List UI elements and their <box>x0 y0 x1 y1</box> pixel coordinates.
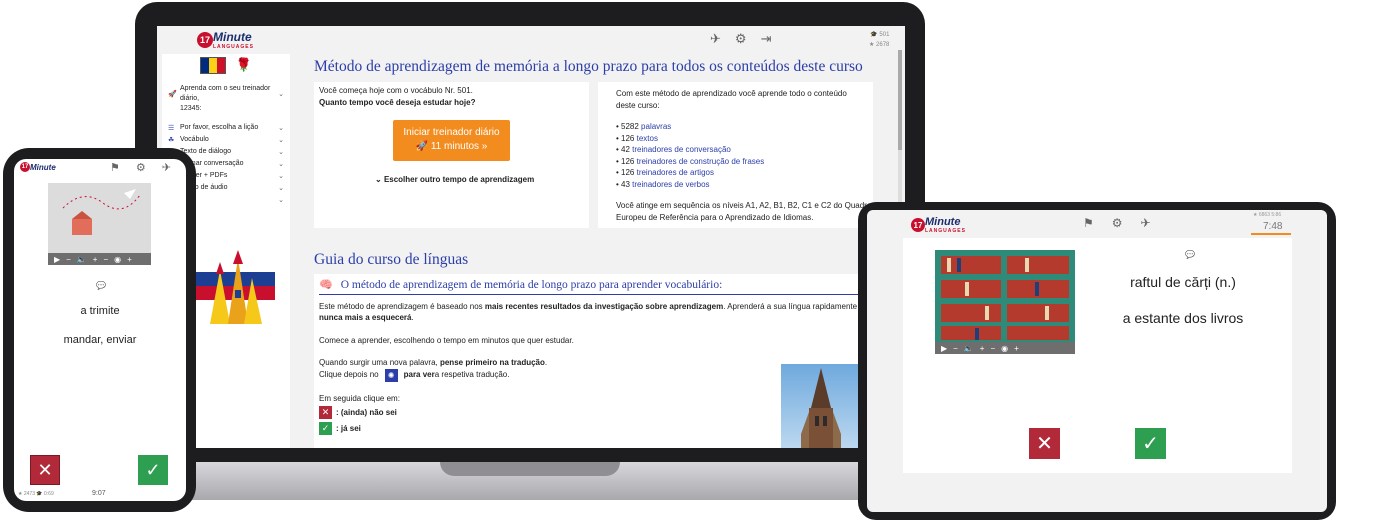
phone-word-image: ▶ − 🔈 + − ◉ + <box>48 183 151 265</box>
phone-word: a trimite <box>80 305 120 317</box>
brand-logo[interactable]: 17 Minute <box>20 162 56 172</box>
guide-paragraph-2: Comece a aprender, escolhendo o tempo em… <box>319 335 574 345</box>
volume-icon[interactable]: 🔈 <box>964 344 974 353</box>
list-item[interactable]: • 126 treinadores de artigos <box>616 167 855 179</box>
chevron-down-icon: ⌄ <box>278 149 284 156</box>
choose-other-time-link[interactable]: ⌄ Escolher outro tempo de aprendizagem <box>375 174 534 186</box>
brand-logo[interactable]: 17 Minute LANGUAGES <box>197 30 254 50</box>
sidebar-item-lesson[interactable]: ☰ Por favor, escolha a lição ⌄ <box>162 122 290 134</box>
list-item[interactable]: • 126 textos <box>616 133 855 145</box>
rocket-icon: 🚀 <box>168 91 177 98</box>
phone-translation: mandar, enviar <box>63 334 137 346</box>
list-item[interactable]: • 5282 palavras <box>616 121 855 133</box>
list-item[interactable]: • 42 treinadores de conversação <box>616 144 855 156</box>
course-content-card: Com este método de aprendizado você apre… <box>598 82 873 228</box>
play-icon[interactable]: ▶ <box>54 255 60 264</box>
course-intro-text: Com este método de aprendizado você apre… <box>616 89 847 110</box>
brand-logo[interactable]: 17 Minute LANGUAGES <box>911 216 966 234</box>
user-stats: 🎓 501 ★ 2678 <box>869 32 890 48</box>
start-vocab-text: Você começa hoje com o vocábulo Nr. 501. <box>319 86 473 95</box>
phone-screen: 17 Minute ⚑ ⚙ ✈ ▶ − 🔈 + − ◉ + 💬 a trimite mand… <box>14 159 186 501</box>
media-controls[interactable]: ▶ − 🔈 + − ◉ + <box>935 342 1075 354</box>
guide-heading: O método de aprendizagem de memória de l… <box>340 279 723 291</box>
church-photo <box>781 364 861 448</box>
tablet-stats: ★ 6863 5:86 <box>1253 212 1282 218</box>
phone-header-icons: ⚑ ⚙ ✈ <box>110 161 171 174</box>
pin-icon[interactable]: ✈ <box>162 161 171 174</box>
dont-know-button[interactable]: ✕ <box>30 455 60 485</box>
walk-icon[interactable]: ⚑ <box>1083 216 1094 230</box>
guide-card: 🧠 O método de aprendizagem de memória de… <box>314 274 905 448</box>
list-item[interactable]: • 126 treinadores de construção de frase… <box>616 156 855 168</box>
chevron-down-icon: ⌄ <box>278 185 284 192</box>
gear-icon[interactable]: ⚙ <box>1112 216 1123 230</box>
castle-illustration <box>190 250 275 324</box>
chevron-down-icon: ⌄ <box>278 161 284 168</box>
vocab-icon: ☘ <box>168 137 175 144</box>
rocket-icon: 🚀 <box>415 141 429 152</box>
tablet-translation: a estante dos livros <box>1122 310 1244 326</box>
laptop-screen: 17 Minute LANGUAGES ✈ ⚙ ⇥ 🎓 501 ★ 2678 🌹 … <box>157 26 905 448</box>
chevron-down-icon: ⌄ <box>278 125 284 132</box>
walk-icon[interactable]: ⚑ <box>110 161 120 174</box>
pin-icon[interactable]: ✈ <box>1141 216 1151 230</box>
know-button[interactable]: ✓ <box>1135 428 1166 459</box>
tablet-screen: 17 Minute LANGUAGES ⚑ ⚙ ✈ ★ 6863 5:86 7:4… <box>867 210 1327 512</box>
tablet-word: raftul de cărți (n.) <box>1130 274 1236 290</box>
pin-icon[interactable]: ✈ <box>710 31 721 47</box>
course-content-list: • 5282 palavras • 126 textos • 42 treina… <box>616 121 855 190</box>
cefr-levels-text: Você atinge em sequência os níveis A1, A… <box>616 201 872 222</box>
sidebar-item-vocabulary[interactable]: ☘ Vocábulo ⌄ <box>162 134 290 146</box>
logout-icon[interactable]: ⇥ <box>761 31 772 47</box>
brain-icon: 🧠 <box>319 279 333 291</box>
dont-know-button[interactable]: ✕ <box>1029 428 1060 459</box>
speech-icon[interactable]: 💬 <box>1185 250 1195 259</box>
header-icons: ✈ ⚙ ⇥ <box>710 31 771 47</box>
chevron-down-icon: ⌄ <box>278 173 284 180</box>
page-title: Método de aprendizagem de memória a long… <box>314 58 863 75</box>
know-button[interactable]: ✓ <box>138 455 168 485</box>
phone-timer: 9:07 <box>92 490 106 497</box>
guide-title: Guia do curso de línguas <box>314 251 469 268</box>
speech-icon[interactable]: 💬 <box>96 281 106 290</box>
chevron-down-icon: ⌄ <box>278 91 284 98</box>
chevron-down-icon: ⌄ <box>278 137 284 144</box>
start-daily-trainer-button[interactable]: Iniciar treinador diário 🚀 11 minutos » <box>393 120 510 161</box>
close-icon: ✕ <box>319 406 332 419</box>
sidebar-item-trainer[interactable]: 🚀 Aprenda com o seu treinador diário, 12… <box>162 82 290 116</box>
guide-paragraph-1: Este método de aprendizagem é baseado no… <box>319 301 864 323</box>
flashcard: ▶ − 🔈 + − ◉ + 💬 raftul de cărți (n.) a estante… <box>903 238 1292 473</box>
reveal-icon[interactable]: ✺ <box>384 368 398 382</box>
list-icon: ☰ <box>168 125 175 132</box>
rose-icon: 🌹 <box>235 57 253 72</box>
tablet-header-icons: ⚑ ⚙ ✈ <box>1083 216 1151 230</box>
phone-stats: ★ 2473 🎓 0:69 <box>18 491 54 497</box>
gear-icon[interactable]: ⚙ <box>136 161 146 174</box>
bookshelf-image: ▶ − 🔈 + − ◉ + <box>935 250 1075 354</box>
check-icon: ✓ <box>319 422 332 435</box>
study-time-question: Quanto tempo você deseja estudar hoje? <box>319 97 476 107</box>
romanian-flag-icon[interactable] <box>199 57 226 74</box>
media-controls[interactable]: ▶ − 🔈 + − ◉ + <box>48 253 151 265</box>
gear-icon[interactable]: ⚙ <box>735 31 747 47</box>
timer-progress <box>1251 233 1291 235</box>
chevron-down-icon: ⌄ <box>278 197 284 204</box>
start-card: Você começa hoje com o vocábulo Nr. 501.… <box>314 82 589 228</box>
volume-icon[interactable]: 🔈 <box>77 255 87 264</box>
tablet-timer: 7:48 <box>1263 221 1283 232</box>
laptop-notch <box>440 462 620 476</box>
play-icon[interactable]: ▶ <box>941 344 947 353</box>
list-item[interactable]: • 43 treinadores de verbos <box>616 179 855 191</box>
